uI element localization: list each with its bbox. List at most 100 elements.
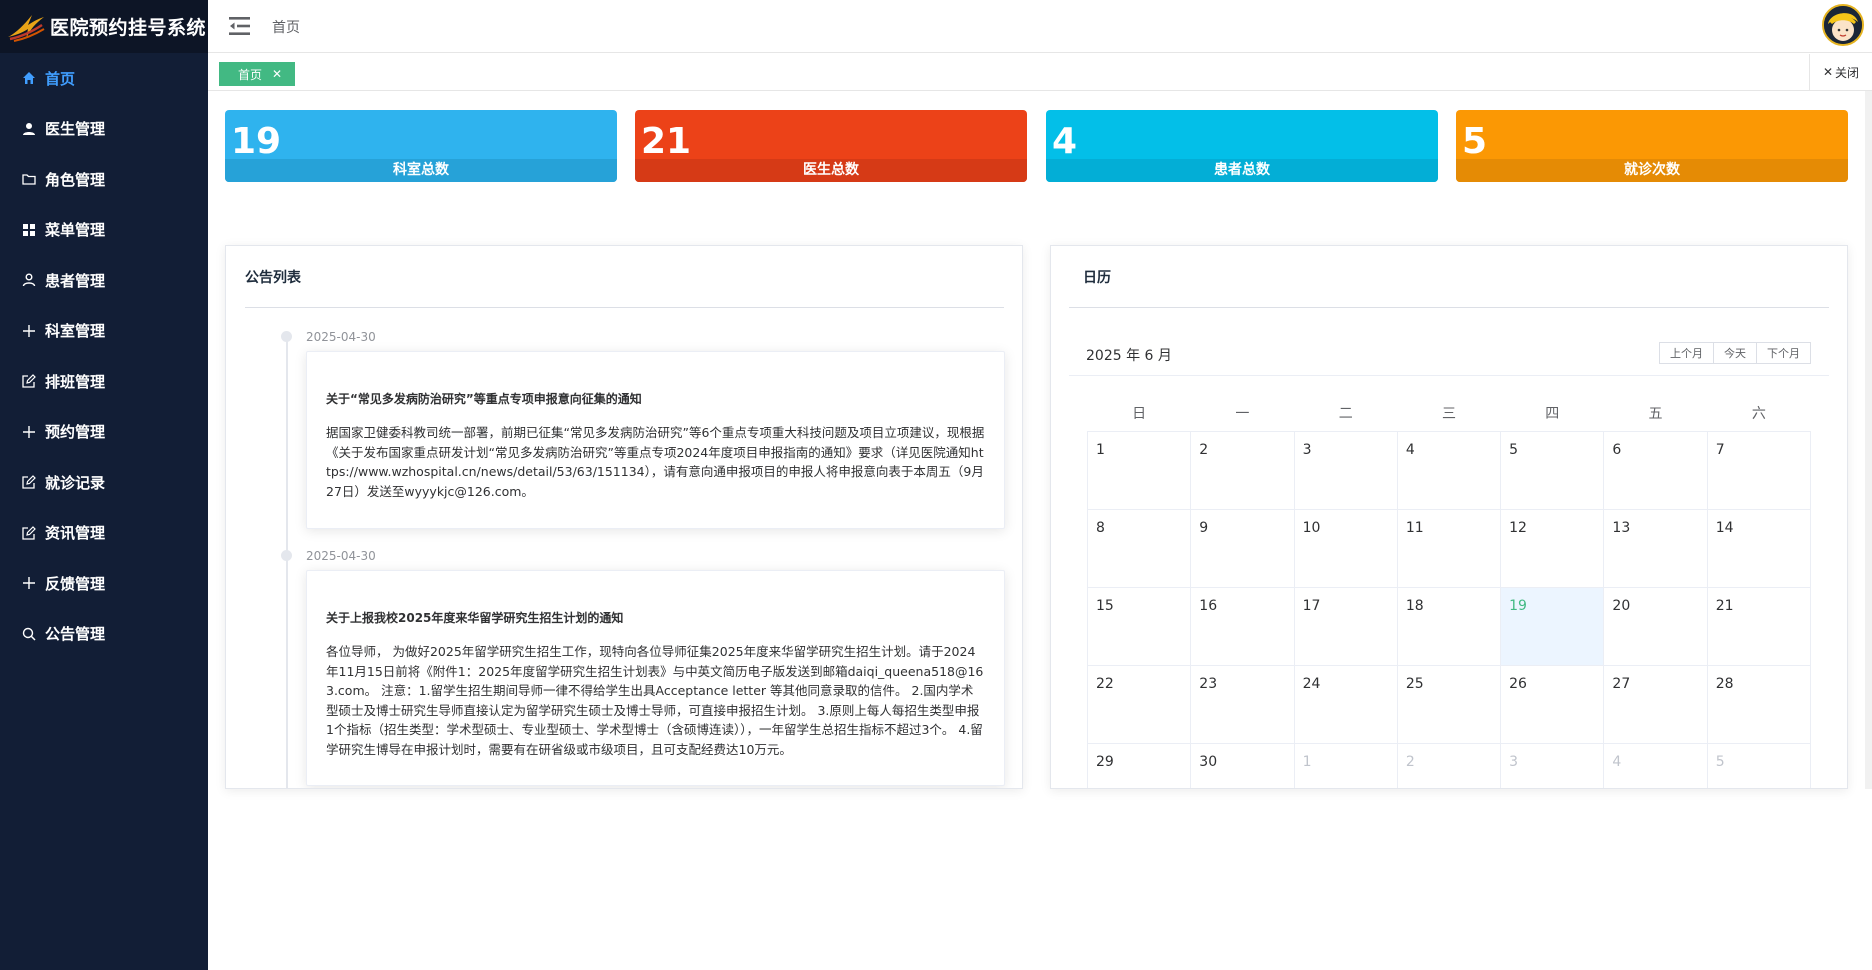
calendar-day-cell[interactable]: 2 <box>1190 430 1295 510</box>
sidebar-item-3[interactable]: 菜单管理 <box>0 205 208 256</box>
sidebar-item-label: 患者管理 <box>45 271 106 290</box>
calendar-day-cell[interactable]: 20 <box>1603 586 1708 666</box>
calendar-day-cell[interactable]: 26 <box>1500 664 1605 744</box>
calendar-day-cell[interactable]: 2 <box>1396 742 1502 788</box>
prev-month-button[interactable]: 上个月 <box>1659 342 1714 364</box>
sidebar-item-7[interactable]: 预约管理 <box>0 407 208 458</box>
calendar-day-cell[interactable]: 12 <box>1500 508 1605 588</box>
sidebar-item-label: 科室管理 <box>45 322 106 341</box>
calendar-day-cell[interactable]: 8 <box>1086 508 1192 588</box>
app-title: 医院预约挂号系统 <box>50 17 207 39</box>
notice-panel-title: 公告列表 <box>245 270 301 286</box>
sidebar-item-10[interactable]: 反馈管理 <box>0 558 208 609</box>
calendar-day-cell[interactable]: 10 <box>1293 508 1398 588</box>
weekday-header: 三 <box>1441 406 1456 423</box>
calendar-day-cell[interactable]: 4 <box>1396 430 1502 510</box>
calendar-day-cell[interactable]: 3 <box>1293 430 1398 510</box>
sidebar-item-6[interactable]: 排班管理 <box>0 356 208 407</box>
divider <box>245 307 1004 308</box>
avatar[interactable] <box>1822 4 1864 46</box>
calendar-panel: 日历 2025 年 6 月 上个月 今天 下个月 日一二三四五六 1234567… <box>1050 245 1848 789</box>
plus-icon <box>21 424 37 440</box>
sidebar-item-1[interactable]: 医生管理 <box>0 104 208 155</box>
sidebar-item-4[interactable]: 患者管理 <box>0 255 208 306</box>
sidebar-item-5[interactable]: 科室管理 <box>0 306 208 357</box>
calendar-day-cell[interactable]: 22 <box>1086 664 1192 744</box>
calendar-day-cell[interactable]: 5 <box>1706 742 1812 788</box>
calendar-day-cell[interactable]: 15 <box>1086 586 1192 666</box>
divider <box>1069 307 1829 308</box>
collapse-menu-icon[interactable] <box>229 17 250 35</box>
sidebar-item-label: 就诊记录 <box>45 473 106 492</box>
calendar-day-cell[interactable]: 7 <box>1706 430 1812 510</box>
folder-icon <box>21 171 37 187</box>
breadcrumb[interactable]: 首页 <box>272 17 300 37</box>
next-month-button[interactable]: 下个月 <box>1756 342 1811 364</box>
calendar-day-cell[interactable]: 18 <box>1396 586 1502 666</box>
close-icon: ✕ <box>1822 65 1834 79</box>
calendar-day-cell[interactable]: 1 <box>1086 430 1192 510</box>
user-outline-icon <box>21 272 37 288</box>
calendar-month-label: 2025 年 6 月 <box>1086 348 1172 364</box>
close-tabs-button[interactable]: ✕ 关闭 <box>1809 54 1872 90</box>
sidebar-item-label: 菜单管理 <box>45 221 106 240</box>
calendar-day-cell[interactable]: 24 <box>1293 664 1398 744</box>
calendar-day-cell[interactable]: 11 <box>1396 508 1502 588</box>
notice-body: 据国家卫健委科教司统一部署，前期已征集“常见多发病防治研究”等6个重点专项重大科… <box>326 425 985 499</box>
calendar-day-cell[interactable]: 29 <box>1086 742 1192 788</box>
stat-value: 21 <box>641 121 692 162</box>
calendar-day-cell[interactable]: 28 <box>1706 664 1812 744</box>
page-scrollbar[interactable] <box>1865 91 1872 789</box>
calendar-grid: 日一二三四五六 1 2 3 4 5 6 7 8 9 10 11 12 13 14 15 16 17 18 19 20 2… <box>1086 396 1812 788</box>
calendar-day-cell[interactable]: 16 <box>1190 586 1295 666</box>
calendar-day-cell[interactable]: 25 <box>1396 664 1502 744</box>
edit-icon <box>21 474 37 490</box>
sidebar-item-label: 反馈管理 <box>45 574 106 593</box>
sidebar-item-label: 公告管理 <box>45 625 106 644</box>
sidebar: 医院预约挂号系统 首页 医生管理 角色管理菜单管理患者管理科室管理排班管理 预约管理就… <box>0 0 208 970</box>
notice-title: 关于“常见多发病防治研究”等重点专项申报意向征集的通知 <box>326 392 642 406</box>
notice-card[interactable]: 关于上报我校2025年度来华留学研究生招生计划的通知 各位导师， 为做好2025… <box>306 570 1005 786</box>
sidebar-menu: 首页 医生管理 角色管理菜单管理患者管理科室管理排班管理 预约管理就诊记录资讯管理反馈… <box>0 53 208 659</box>
today-button[interactable]: 今天 <box>1713 342 1757 364</box>
calendar-day-cell[interactable]: 21 <box>1706 586 1812 666</box>
calendar-day-cell[interactable]: 17 <box>1293 586 1398 666</box>
calendar-day-cell[interactable]: 30 <box>1190 742 1295 788</box>
sidebar-item-8[interactable]: 就诊记录 <box>0 457 208 508</box>
stat-label: 科室总数 <box>225 159 617 182</box>
calendar-day-cell[interactable]: 14 <box>1706 508 1812 588</box>
notice-title: 关于上报我校2025年度来华留学研究生招生计划的通知 <box>326 611 624 625</box>
tab-home-label: 首页 <box>238 67 263 82</box>
stat-card-visits: 5 就诊次数 <box>1456 110 1848 182</box>
calendar-day-cell[interactable]: 1 <box>1293 742 1398 788</box>
home-icon <box>21 70 37 86</box>
calendar-panel-title: 日历 <box>1083 270 1111 286</box>
calendar-day-cell[interactable]: 6 <box>1603 430 1708 510</box>
sidebar-item-0[interactable]: 首页 <box>0 53 208 104</box>
timeline-dot <box>281 550 292 561</box>
timeline-line <box>286 336 288 788</box>
calendar-day-cell[interactable]: 27 <box>1603 664 1708 744</box>
stat-value: 4 <box>1052 121 1078 162</box>
weekday-header: 五 <box>1648 406 1663 423</box>
tab-home[interactable]: 首页 ✕ <box>219 62 295 86</box>
sidebar-item-2[interactable]: 角色管理 <box>0 154 208 205</box>
notice-panel: 公告列表 2025-04-30 关于“常见多发病防治研究”等重点专项申报意向征集… <box>225 245 1023 789</box>
calendar-day-cell[interactable]: 13 <box>1603 508 1708 588</box>
close-icon[interactable]: ✕ <box>272 67 282 81</box>
search-icon <box>21 626 37 642</box>
sidebar-item-9[interactable]: 资讯管理 <box>0 508 208 559</box>
timeline-dot <box>281 331 292 342</box>
notice-card[interactable]: 关于“常见多发病防治研究”等重点专项申报意向征集的通知 据国家卫健委科教司统一部… <box>306 351 1005 529</box>
stat-value: 19 <box>231 121 282 162</box>
calendar-day-cell[interactable]: 3 <box>1500 742 1605 788</box>
sidebar-item-11[interactable]: 公告管理 <box>0 609 208 660</box>
edit-icon <box>21 373 37 389</box>
calendar-day-cell[interactable]: 9 <box>1190 508 1295 588</box>
stat-value: 5 <box>1462 121 1488 162</box>
plus-icon <box>21 323 37 339</box>
calendar-day-cell[interactable]: 4 <box>1603 742 1708 788</box>
calendar-day-cell[interactable]: 5 <box>1500 430 1605 510</box>
calendar-day-cell[interactable]: 19 <box>1500 586 1605 666</box>
calendar-day-cell[interactable]: 23 <box>1190 664 1295 744</box>
